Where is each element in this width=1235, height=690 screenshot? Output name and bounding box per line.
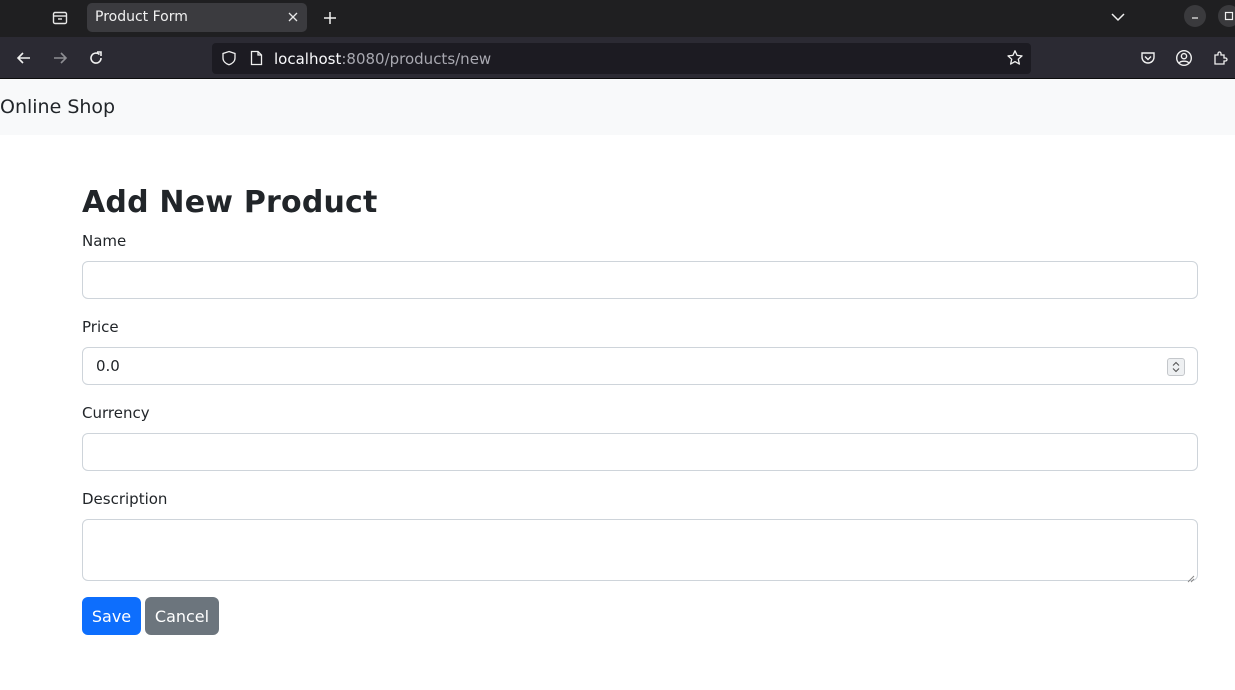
- save-button[interactable]: Save: [82, 597, 141, 635]
- tab-list-icon[interactable]: [47, 5, 73, 31]
- minimize-icon[interactable]: [1184, 5, 1206, 27]
- back-icon[interactable]: [11, 45, 37, 71]
- browser-tab-active[interactable]: Product Form: [87, 3, 307, 32]
- description-label: Description: [82, 490, 168, 508]
- navbar-brand[interactable]: Online Shop: [0, 96, 115, 118]
- extensions-icon[interactable]: [1207, 45, 1233, 71]
- resize-handle-icon[interactable]: [1185, 568, 1195, 583]
- description-textarea[interactable]: [82, 519, 1198, 583]
- account-icon[interactable]: [1171, 45, 1197, 71]
- reload-icon[interactable]: [83, 45, 109, 71]
- name-input[interactable]: [82, 261, 1198, 299]
- site-navbar: Online Shop: [0, 79, 1235, 135]
- close-icon[interactable]: [285, 9, 301, 25]
- plus-icon[interactable]: [318, 6, 342, 30]
- price-value: 0.0: [96, 357, 120, 375]
- browser-toolbar: localhost:8080/products/new: [0, 37, 1235, 79]
- shield-icon[interactable]: [220, 49, 238, 67]
- pocket-icon[interactable]: [1135, 45, 1161, 71]
- price-label: Price: [82, 318, 119, 336]
- maximize-icon[interactable]: [1218, 5, 1235, 27]
- page-title: Add New Product: [82, 185, 378, 220]
- browser-tab-strip: Product Form: [0, 0, 1235, 37]
- name-label: Name: [82, 232, 127, 250]
- currency-label: Currency: [82, 404, 150, 422]
- price-input[interactable]: 0.0: [82, 347, 1198, 385]
- url-path: :8080/products/new: [341, 50, 492, 68]
- tab-title: Product Form: [95, 9, 188, 25]
- currency-input[interactable]: [82, 433, 1198, 471]
- cancel-button[interactable]: Cancel: [145, 597, 219, 635]
- star-icon[interactable]: [1005, 48, 1025, 68]
- url-host: localhost: [274, 50, 342, 68]
- forward-icon[interactable]: [47, 45, 73, 71]
- page-icon: [248, 49, 264, 67]
- chevron-down-icon[interactable]: [1106, 6, 1130, 28]
- address-bar[interactable]: localhost:8080/products/new: [212, 43, 1031, 74]
- url-text[interactable]: localhost:8080/products/new: [274, 50, 491, 68]
- number-spinner[interactable]: [1167, 358, 1185, 376]
